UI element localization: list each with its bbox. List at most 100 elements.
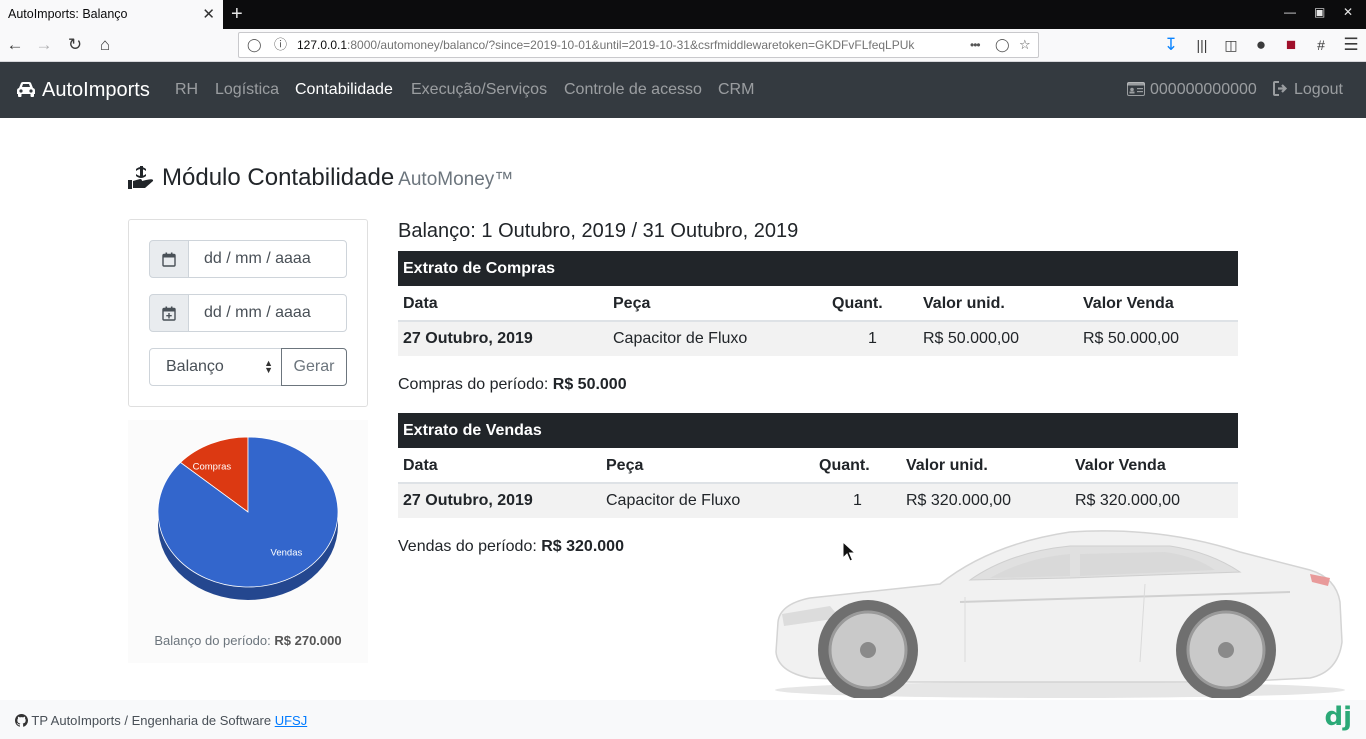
forward-icon[interactable]: → — [34, 35, 54, 55]
nav-logistica[interactable]: Logística — [215, 62, 279, 118]
sales-total: Vendas do período: R$ 320.000 — [398, 538, 624, 556]
row-date: 27 Outubro, 2019 — [403, 330, 533, 347]
purchases-total: Compras do período: R$ 50.000 — [398, 376, 627, 394]
car-illustration — [775, 530, 1345, 698]
page-subtitle: AutoMoney™ — [398, 169, 514, 190]
generate-button[interactable]: Gerar — [281, 348, 347, 386]
user-id-link[interactable]: 000000000000 — [1127, 62, 1257, 118]
extension-grid-icon[interactable]: # — [1311, 35, 1331, 55]
close-window-icon[interactable]: ✕ — [1343, 5, 1353, 19]
url-text[interactable]: 127.0.0.1:8000/automoney/balanco/?since=… — [297, 33, 937, 57]
nav-execucao-servicos[interactable]: Execução/Serviços — [411, 62, 547, 118]
tracking-shield-icon[interactable]: ◯ — [247, 36, 262, 54]
browser-tab-strip: AutoImports: Balanço ✕ + — ▣ ✕ — [0, 0, 1366, 29]
nav-contabilidade[interactable]: Contabilidade — [295, 62, 393, 118]
sales-table-header: Data Peça Quant. Valor unid. Valor Venda — [398, 448, 1238, 484]
column-header: Valor unid. — [923, 295, 1005, 312]
purchases-table-title: Extrato de Compras — [398, 251, 1238, 286]
downloads-icon[interactable]: ↧ — [1161, 35, 1181, 55]
close-tab-icon[interactable]: ✕ — [202, 0, 215, 29]
row-total-value: R$ 50.000,00 — [1083, 330, 1180, 347]
nav-controle-acesso[interactable]: Controle de acesso — [564, 62, 702, 118]
ufsj-link[interactable]: UFSJ — [275, 713, 308, 728]
sidebar-icon[interactable]: ◫ — [1221, 35, 1241, 55]
nav-rh[interactable]: RH — [175, 62, 198, 118]
site-info-icon[interactable]: ⓘ — [274, 36, 287, 54]
mouse-cursor-icon — [842, 541, 856, 562]
brand-name: AutoImports — [42, 79, 150, 101]
browser-toolbar: ← → ↻ ⌂ ◯ ⓘ 127.0.0.1:8000/automoney/bal… — [0, 29, 1366, 62]
row-unit-value: R$ 50.000,00 — [923, 330, 1020, 347]
page-actions-icon[interactable]: ••• — [970, 36, 981, 54]
row-quantity: 1 — [868, 330, 877, 347]
back-icon[interactable]: ← — [5, 35, 25, 55]
purchases-total-label: Compras do período: — [398, 376, 549, 393]
row-total-value: R$ 320.000,00 — [1075, 492, 1180, 509]
report-type-select[interactable]: Balanço ▲ ▼ — [149, 348, 282, 386]
app-navbar: AutoImports RH Logística Contabilidade E… — [0, 62, 1366, 118]
new-tab-button[interactable]: + — [231, 2, 243, 26]
until-date-input[interactable]: dd / mm / aaaa — [188, 294, 347, 332]
chart-caption-value: R$ 270.000 — [274, 633, 342, 648]
nav-crm[interactable]: CRM — [718, 62, 754, 118]
pie-chart: Compras Vendas — [157, 436, 339, 600]
bookmark-star-icon[interactable]: ☆ — [1019, 36, 1031, 54]
logout-label: Logout — [1294, 81, 1343, 98]
sales-table: Extrato de Vendas Data Peça Quant. Valor… — [398, 413, 1238, 518]
minimize-icon[interactable]: — — [1284, 5, 1296, 19]
menu-icon[interactable]: ☰ — [1341, 35, 1361, 55]
url-host: 127.0.0.1 — [297, 38, 348, 52]
user-id: 000000000000 — [1150, 81, 1257, 98]
since-date-group: dd / mm / aaaa — [149, 240, 347, 278]
balance-chart: Compras Vendas Balanço do período: R$ 270… — [128, 420, 368, 663]
filter-card: dd / mm / aaaa dd / mm / aaaa Balanço ▲ ▼… — [128, 219, 368, 407]
select-caret-icon: ▲ ▼ — [264, 358, 273, 375]
column-header: Data — [403, 457, 438, 474]
github-icon[interactable] — [15, 714, 29, 727]
row-part: Capacitor de Fluxo — [606, 492, 741, 509]
calendar-icon — [149, 240, 189, 278]
reload-icon[interactable]: ↻ — [65, 35, 85, 55]
page-title-text: Módulo Contabilidade — [162, 164, 395, 191]
footer: TP AutoImports / Engenharia de Software … — [0, 700, 1366, 739]
library-icon[interactable]: ||| — [1192, 35, 1212, 55]
logout-link[interactable]: Logout — [1273, 62, 1343, 118]
sales-total-value: R$ 320.000 — [541, 538, 624, 555]
column-header: Data — [403, 295, 438, 312]
chart-caption-label: Balanço do período: — [154, 633, 271, 648]
hand-holding-money-icon — [128, 166, 154, 189]
column-header: Quant. — [832, 295, 883, 312]
column-header: Quant. — [819, 457, 870, 474]
since-date-input[interactable]: dd / mm / aaaa — [188, 240, 347, 278]
car-icon — [17, 82, 35, 97]
footer-label: TP AutoImports / Engenharia de Software — [31, 713, 272, 728]
row-part: Capacitor de Fluxo — [613, 330, 748, 347]
row-quantity: 1 — [853, 492, 862, 509]
maximize-icon[interactable]: ▣ — [1314, 5, 1325, 19]
purchases-total-value: R$ 50.000 — [552, 376, 627, 393]
column-header: Valor Venda — [1075, 457, 1166, 474]
django-logo: dj — [1324, 702, 1352, 732]
footer-text: TP AutoImports / Engenharia de Software … — [15, 713, 307, 728]
pie-label: Compras — [193, 462, 232, 473]
row-date: 27 Outubro, 2019 — [403, 492, 533, 509]
tab-title: AutoImports: Balanço — [8, 7, 128, 21]
column-header: Valor Venda — [1083, 295, 1174, 312]
row-unit-value: R$ 320.000,00 — [906, 492, 1011, 509]
id-card-icon — [1127, 82, 1145, 96]
column-header: Peça — [613, 295, 651, 312]
browser-tab[interactable]: AutoImports: Balanço ✕ — [0, 0, 223, 29]
sales-total-label: Vendas do período: — [398, 538, 537, 555]
calendar-plus-icon — [149, 294, 189, 332]
column-header: Valor unid. — [906, 457, 988, 474]
logout-icon — [1273, 81, 1288, 96]
brand[interactable]: AutoImports — [16, 62, 150, 118]
pie-label: Vendas — [271, 548, 303, 559]
extension-globe-icon[interactable]: ● — [1251, 35, 1271, 55]
home-icon[interactable]: ⌂ — [95, 35, 115, 55]
url-bar[interactable]: ◯ ⓘ 127.0.0.1:8000/automoney/balanco/?si… — [238, 32, 1039, 58]
table-row: 27 Outubro, 2019 Capacitor de Fluxo 1 R$… — [398, 484, 1238, 518]
ublock-icon[interactable]: ■ — [1281, 35, 1301, 55]
balance-title: Balanço: 1 Outubro, 2019 / 31 Outubro, 2… — [398, 220, 799, 242]
pocket-icon[interactable]: ◯ — [995, 36, 1010, 54]
